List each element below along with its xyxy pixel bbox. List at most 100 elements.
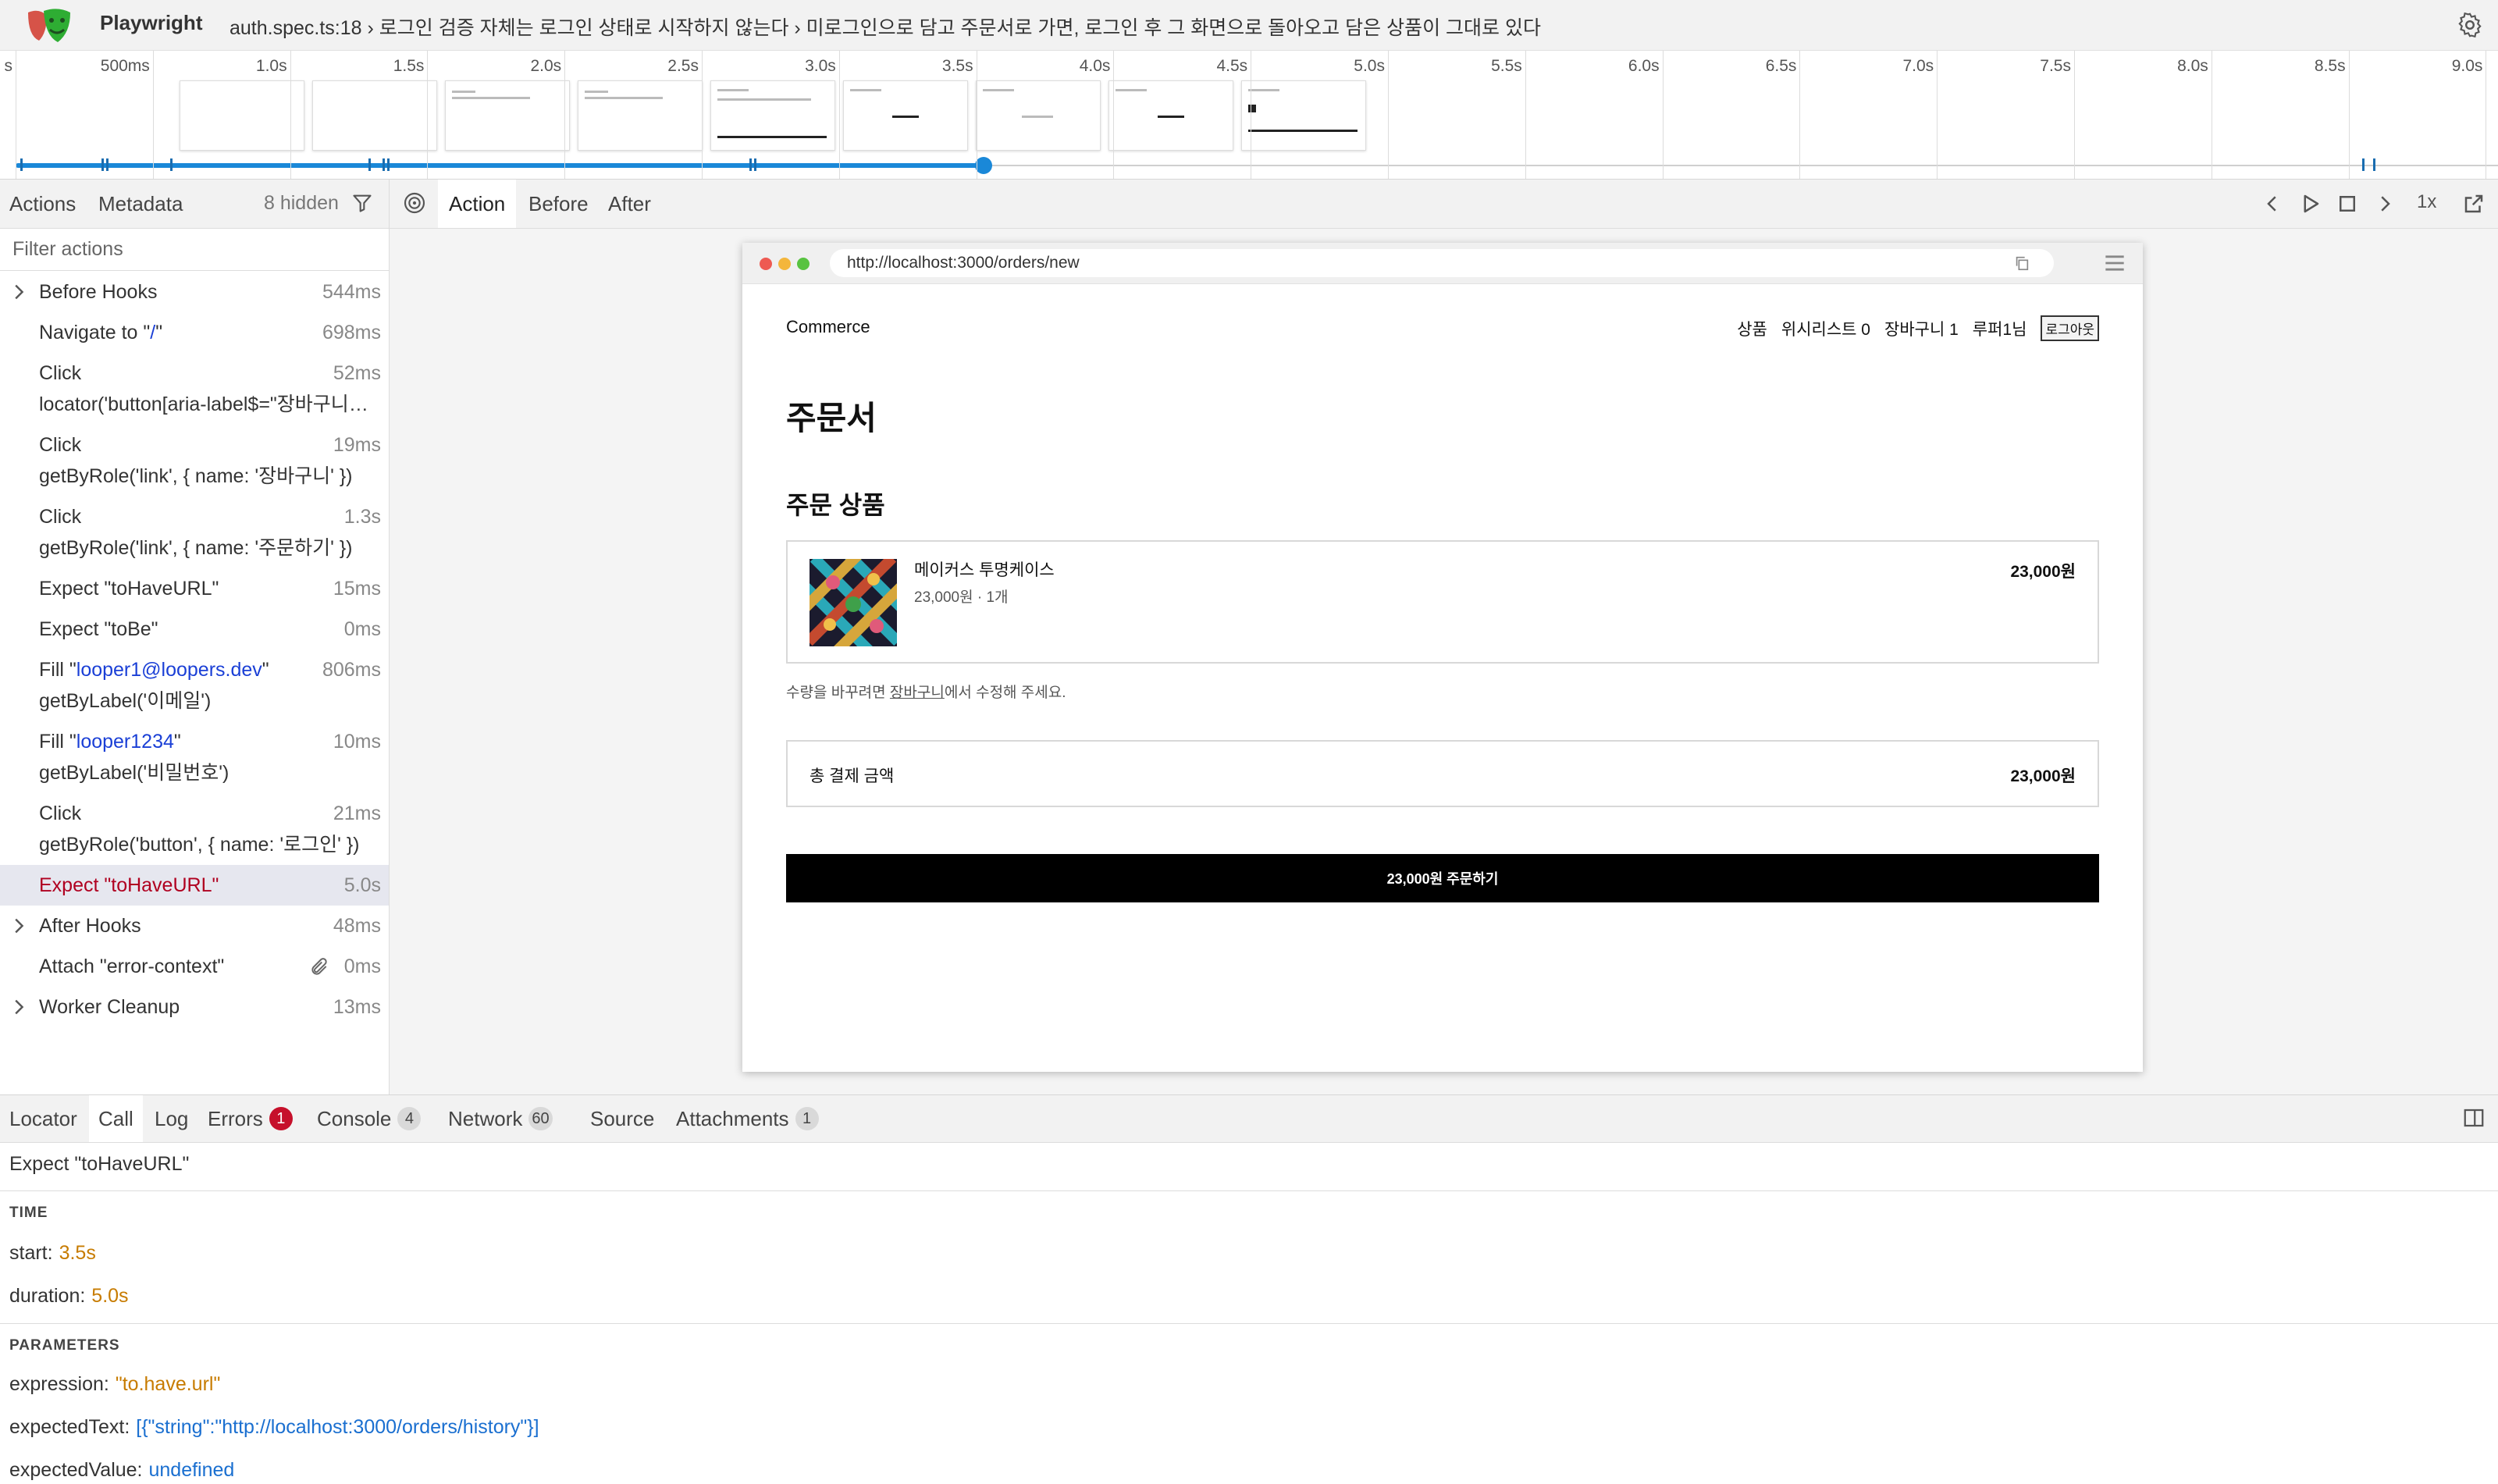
- details-tabs: Locator Call Log Errors 1 Console 4 Networ…: [0, 1095, 2498, 1143]
- action-title: Click: [39, 506, 82, 528]
- timeline-thumbnail[interactable]: [445, 80, 570, 151]
- action-row[interactable]: Click getByRole('button', { name: '로그인' }…: [0, 793, 389, 865]
- action-selector: getByRole('button', { name: '로그인' }): [39, 834, 360, 856]
- nav-cart[interactable]: 장바구니 1: [1884, 317, 1959, 340]
- action-row[interactable]: Worker Cleanup 13ms: [0, 987, 389, 1027]
- section-title: 주문 상품: [786, 491, 885, 519]
- timeline-playhead[interactable]: [975, 157, 992, 174]
- tab-network[interactable]: Network 60: [439, 1095, 562, 1142]
- timeline-tick: [1388, 51, 1389, 179]
- timeline-tick-label: 1.0s: [255, 57, 287, 75]
- timeline-tick-label: 6.0s: [1628, 57, 1660, 75]
- timeline-thumbnail[interactable]: [312, 80, 437, 151]
- cart-link[interactable]: 장바구니: [890, 685, 945, 701]
- logout-button[interactable]: 로그아웃: [2041, 315, 2099, 341]
- copy-icon[interactable]: [2013, 254, 2030, 272]
- action-row[interactable]: Fill "looper1234" getByLabel('비밀번호') 10ms: [0, 721, 389, 793]
- open-external-icon[interactable]: [2462, 192, 2486, 215]
- action-row[interactable]: Click locator('button[aria-label$="장바구니에 …: [0, 353, 389, 425]
- tab-action[interactable]: Action: [438, 180, 517, 228]
- tab-call[interactable]: Call: [89, 1095, 143, 1142]
- url-bar[interactable]: http://localhost:3000/orders/new: [830, 249, 2054, 277]
- action-row[interactable]: Click getByRole('link', { name: '주문하기' })…: [0, 496, 389, 568]
- action-title-suffix: ": [173, 731, 181, 753]
- chevron-right-icon[interactable]: [12, 916, 27, 935]
- tab-console[interactable]: Console 4: [308, 1095, 430, 1142]
- tab-source[interactable]: Source: [581, 1095, 664, 1142]
- action-row[interactable]: Expect "toHaveURL" 15ms: [0, 568, 389, 609]
- stop-icon[interactable]: [2336, 192, 2359, 215]
- timeline-thumbnail[interactable]: [578, 80, 703, 151]
- action-row[interactable]: Expect "toHaveURL" 5.0s: [0, 865, 389, 906]
- tab-log[interactable]: Log: [145, 1095, 197, 1142]
- timeline-thumbnail[interactable]: [843, 80, 968, 151]
- action-duration: 21ms: [333, 802, 381, 824]
- action-row[interactable]: Navigate to "/" 698ms: [0, 312, 389, 353]
- action-row[interactable]: Before Hooks 544ms: [0, 272, 389, 312]
- tab-locator[interactable]: Locator: [0, 1095, 87, 1142]
- timeline-tick-label: 4.0s: [1079, 57, 1111, 75]
- menu-icon[interactable]: [2104, 254, 2126, 272]
- action-row[interactable]: Click getByRole('link', { name: '장바구니' })…: [0, 425, 389, 496]
- filter-actions-input[interactable]: [0, 229, 389, 271]
- place-order-button[interactable]: 23,000원 주문하기: [786, 854, 2099, 902]
- time-section-header: TIME: [9, 1205, 48, 1221]
- toggle-sidebar-icon[interactable]: [2462, 1106, 2486, 1130]
- chevron-left-icon[interactable]: [2261, 192, 2284, 215]
- settings-gear-icon[interactable]: [2456, 11, 2484, 39]
- action-row[interactable]: After Hooks 48ms: [0, 906, 389, 946]
- parameters-section-header: PARAMETERS: [9, 1337, 120, 1354]
- timeline[interactable]: s 500ms 1.0s 1.5s 2.0s 2.5s 3.0s 3.5s 4.0s 4.5s 5.…: [0, 51, 2498, 180]
- snapshot-toolbar: Action Before After 1x: [390, 180, 2498, 229]
- console-count-badge: 4: [397, 1107, 422, 1131]
- site-brand[interactable]: Commerce: [786, 317, 870, 337]
- pick-locator-icon[interactable]: [402, 190, 427, 215]
- timeline-tick-label: 8.5s: [2314, 57, 2346, 75]
- timeline-marker: [20, 158, 23, 171]
- nav-products[interactable]: 상품: [1737, 317, 1767, 340]
- tab-errors[interactable]: Errors 1: [198, 1095, 302, 1142]
- start-row: start: 3.5s: [9, 1242, 96, 1265]
- timeline-thumbnail[interactable]: [1241, 80, 1366, 151]
- tab-metadata[interactable]: Metadata: [98, 192, 183, 216]
- note-suffix: 에서 수정해 주세요.: [944, 685, 1066, 701]
- duration-label: duration:: [9, 1285, 86, 1307]
- chevron-right-icon[interactable]: [12, 283, 27, 301]
- timeline-thumbnail[interactable]: [180, 80, 304, 151]
- timeline-thumbnail[interactable]: [710, 80, 835, 151]
- paperclip-icon[interactable]: [309, 957, 329, 977]
- product-name: 메이커스 투명케이스: [914, 561, 1055, 579]
- tab-actions[interactable]: Actions: [9, 192, 76, 216]
- action-row[interactable]: Attach "error-context" 0ms: [0, 946, 389, 987]
- filter-icon[interactable]: [351, 192, 373, 214]
- tab-after[interactable]: After: [597, 180, 662, 228]
- action-duration: 0ms: [343, 618, 381, 640]
- product-meta: 23,000원 · 1개: [914, 589, 1009, 606]
- timeline-thumbnail[interactable]: [976, 80, 1101, 151]
- tab-attachments[interactable]: Attachments 1: [667, 1095, 828, 1142]
- timeline-thumbnail[interactable]: [1108, 80, 1233, 151]
- chevron-right-icon[interactable]: [12, 998, 27, 1016]
- action-duration: 15ms: [333, 578, 381, 600]
- action-duration: 806ms: [322, 659, 381, 681]
- timeline-tick: [1525, 51, 1526, 179]
- action-row[interactable]: Expect "toBe" 0ms: [0, 609, 389, 649]
- page-content: Commerce 상품 위시리스트 0 장바구니 1 루퍼1님 로그아웃 주문서…: [742, 284, 2143, 1072]
- playback-speed[interactable]: 1x: [2417, 191, 2436, 213]
- timeline-tick: [1662, 51, 1664, 179]
- tab-before[interactable]: Before: [518, 180, 600, 228]
- actions-list: Before Hooks 544ms Navigate to "/" 698ms Cli…: [0, 272, 389, 1027]
- timeline-tick-label: 5.5s: [1491, 57, 1522, 75]
- timeline-marker: [2373, 158, 2375, 171]
- timeline-tick-label: 1.5s: [393, 57, 425, 75]
- timeline-marker: [387, 158, 390, 171]
- play-icon[interactable]: [2298, 192, 2322, 215]
- timeline-tick: [1799, 51, 1801, 179]
- timeline-marker: [754, 158, 756, 171]
- action-row[interactable]: Fill "looper1@loopers.dev" getByLabel('이메…: [0, 649, 389, 721]
- timeline-tick-label: 3.0s: [805, 57, 836, 75]
- browser-chrome: http://localhost:3000/orders/new: [742, 243, 2143, 284]
- expected-text-label: expectedText:: [9, 1416, 130, 1438]
- chevron-right-icon[interactable]: [2373, 192, 2397, 215]
- nav-wishlist[interactable]: 위시리스트 0: [1781, 317, 1870, 340]
